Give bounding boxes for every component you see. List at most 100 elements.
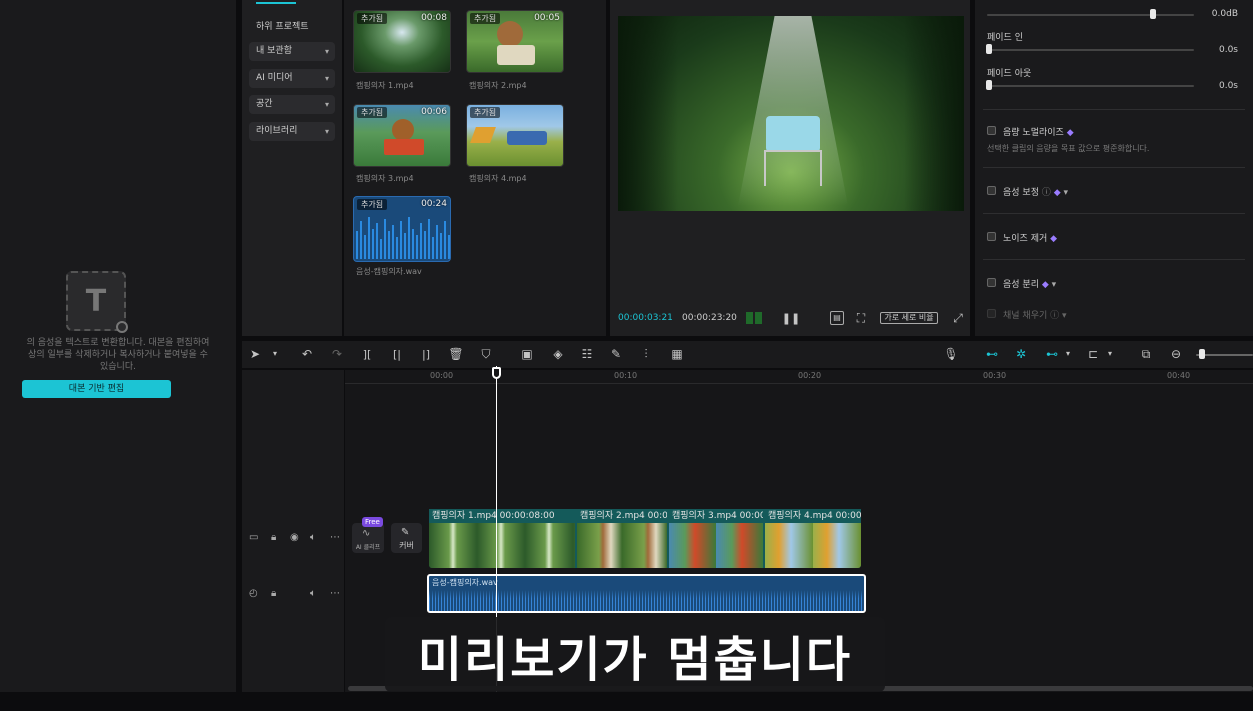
media-thumb-4[interactable]: 추가됨: [466, 104, 564, 167]
ruler-mark: 00:40: [1167, 371, 1191, 380]
video-clip-1[interactable]: 캠핑의자 1.mp4 00:00:08:00: [429, 509, 575, 523]
trim-right-icon[interactable]: |]: [419, 347, 433, 361]
track-preview-icon[interactable]: ⧉: [1138, 347, 1154, 361]
split-icon[interactable]: ][: [360, 347, 374, 361]
divider: [983, 167, 1245, 168]
fade-out-value: 0.0s: [1218, 81, 1238, 91]
undo-icon[interactable]: ↶: [300, 347, 314, 361]
audio-clip[interactable]: 음성-캠핑의자.wav: [427, 574, 866, 613]
effects-icon[interactable]: ◈: [551, 347, 565, 361]
fit-icon[interactable]: ▤: [830, 311, 844, 325]
media-thumb-5[interactable]: 추가됨 00:24: [353, 196, 451, 262]
magic-icon[interactable]: ✎: [609, 347, 623, 361]
delete-icon[interactable]: 🗑: [448, 347, 463, 361]
audio-meter-icon: [746, 312, 764, 324]
volume-slider[interactable]: [987, 14, 1194, 16]
total-time: 00:00:23:20: [682, 313, 737, 323]
fade-in-label: 페이드 인: [987, 33, 1023, 43]
zoom-knob[interactable]: [1199, 349, 1205, 359]
video-track-icon: ▭: [249, 532, 259, 543]
fade-out-label: 페이드 아웃: [987, 69, 1032, 79]
chevron-down-icon[interactable]: ▾: [270, 349, 280, 359]
preview-video[interactable]: [618, 16, 964, 211]
fade-in-value: 0.0s: [1218, 45, 1238, 55]
zoom-out-icon[interactable]: ⊖: [1169, 347, 1183, 361]
cover-button[interactable]: ✎ 커버: [391, 523, 422, 553]
audio-track-icon: ◴: [249, 588, 258, 599]
nav-item-ai-media[interactable]: AI 미디어: [249, 69, 335, 88]
mask-icon[interactable]: ⛉: [479, 347, 493, 361]
fade-out-slider[interactable]: [987, 85, 1194, 87]
media-name-1: 캠핑의자 1.mp4: [356, 81, 414, 90]
adjust-icon[interactable]: ☷: [580, 347, 594, 361]
redo-icon[interactable]: ↷: [330, 347, 344, 361]
media-thumb-3[interactable]: 추가됨 00:06: [353, 104, 451, 167]
audio-waveform: [429, 590, 864, 611]
nav-item-library[interactable]: 라이브러리: [249, 122, 335, 141]
snap-icon[interactable]: ⊏: [1086, 347, 1100, 361]
video-clip-2[interactable]: 캠핑의자 2.mp4 00:0: [577, 509, 667, 523]
video-clip-3[interactable]: 캠핑의자 3.mp4 00:00: [669, 509, 763, 523]
chevron-down-icon[interactable]: ▾: [1106, 349, 1114, 359]
playhead-handle[interactable]: [492, 367, 501, 379]
volume-icon[interactable]: 🔈︎: [310, 532, 316, 543]
ai-clip-button[interactable]: Free ∿ AI 클리프: [352, 517, 384, 553]
blank-fill-label: 채널 채우기 ⓘ ▾: [1003, 311, 1067, 321]
trim-left-icon[interactable]: [|: [390, 347, 404, 361]
voice-enhance-checkbox[interactable]: [987, 186, 996, 195]
media-name-3: 캠핑의자 3.mp4: [356, 174, 414, 183]
fade-in-slider[interactable]: [987, 49, 1194, 51]
media-thumb-1[interactable]: 추가됨 00:08: [353, 10, 451, 73]
waveform-icon: [356, 217, 450, 259]
media-add-icon[interactable]: ▣: [519, 347, 535, 361]
microphone-icon[interactable]: 🎙: [943, 347, 958, 361]
ai-tool-icon[interactable]: ▦: [670, 347, 684, 361]
ai-icon: ∿: [362, 528, 371, 539]
chevron-down-icon[interactable]: ▾: [1064, 349, 1072, 359]
pause-icon[interactable]: ❚❚: [782, 311, 800, 325]
ruler-mark: 00:10: [614, 371, 638, 380]
pro-gem-icon: ◆: [1041, 280, 1049, 290]
voice-enhance-label: 음성 보정 ⓘ ◆ ▾: [1003, 188, 1069, 198]
eye-icon[interactable]: ◉: [290, 532, 299, 543]
media-nav-top-item[interactable]: [256, 0, 296, 4]
script-edit-button[interactable]: 대본 기반 편집: [22, 380, 171, 398]
fullscreen-icon[interactable]: ⤢: [951, 311, 965, 325]
lock-icon[interactable]: 🔒︎: [271, 588, 276, 599]
ruler-mark: 00:20: [798, 371, 822, 380]
link-icon[interactable]: ⊷: [1044, 347, 1060, 361]
nav-item-subproject[interactable]: 하위 프로젝트: [256, 19, 309, 32]
audio-split-icon[interactable]: ⫶: [639, 347, 653, 361]
voice-separate-checkbox[interactable]: [987, 278, 996, 287]
blank-fill-checkbox[interactable]: [987, 309, 996, 318]
media-thumb-2[interactable]: 추가됨 00:05: [466, 10, 564, 73]
current-time: 00:00:03:21: [618, 313, 673, 323]
lock-icon[interactable]: 🔒︎: [271, 532, 276, 543]
divider: [983, 213, 1245, 214]
volume-icon[interactable]: 🔈︎: [310, 588, 316, 599]
aspect-ratio-button[interactable]: 가로 세로 비율: [880, 312, 938, 324]
crop-icon[interactable]: ⛶: [853, 310, 869, 326]
more-icon[interactable]: ⋯: [330, 532, 340, 543]
volume-value: 0.0dB: [1211, 9, 1238, 19]
fade-in-knob[interactable]: [986, 44, 992, 54]
magnet-link-icon[interactable]: ⊷: [984, 347, 1000, 361]
nav-item-space[interactable]: 공간: [249, 95, 335, 114]
normalize-desc: 선택한 클립의 음량을 목표 값으로 평준화합니다.: [987, 144, 1150, 153]
preview-axis-icon[interactable]: ✲: [1013, 346, 1029, 362]
noise-reduce-checkbox[interactable]: [987, 232, 996, 241]
fade-out-knob[interactable]: [986, 80, 992, 90]
select-tool-icon[interactable]: ➤: [249, 347, 261, 361]
nav-item-my-storage[interactable]: 내 보관함: [249, 42, 335, 61]
normalize-label: 음량 노멀라이즈 ◆: [1003, 128, 1074, 138]
subtitle-caption: 미리보기가 멈춥니다: [385, 617, 885, 692]
track-headers: [242, 370, 344, 692]
pencil-icon: ✎: [401, 527, 410, 538]
divider: [983, 109, 1245, 110]
video-clip-4[interactable]: 캠핑의자 4.mp4 00:00: [765, 509, 861, 523]
more-icon[interactable]: ⋯: [330, 588, 340, 599]
ruler-mark: 00:00: [430, 371, 454, 380]
media-name-4: 캠핑의자 4.mp4: [469, 174, 527, 183]
volume-knob[interactable]: [1149, 9, 1156, 19]
normalize-checkbox[interactable]: [987, 126, 996, 135]
